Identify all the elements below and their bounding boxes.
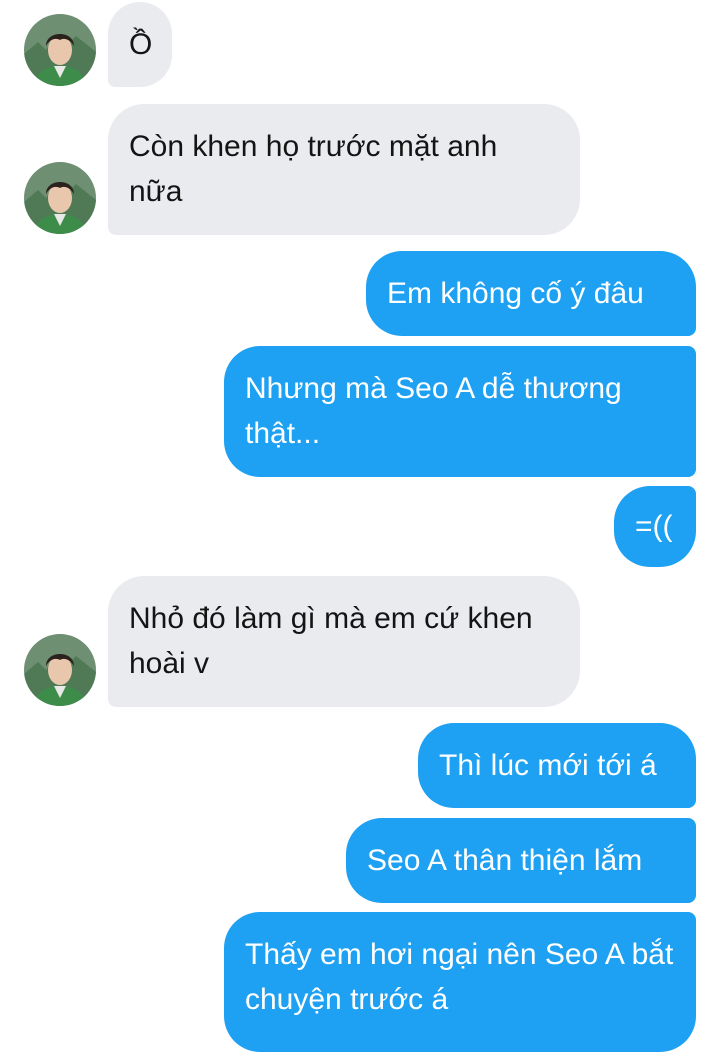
avatar-image [24,14,96,86]
contact-avatar[interactable] [24,14,96,86]
outgoing-message-bubble[interactable]: Seo A thân thiện lắm [346,818,696,903]
avatar-image [24,634,96,706]
contact-avatar[interactable] [24,162,96,234]
outgoing-message-bubble[interactable]: Thấy em hơi ngại nên Seo A bắt chuyện tr… [224,912,696,1052]
outgoing-message-bubble[interactable]: Thì lúc mới tới á [418,723,696,808]
incoming-message-bubble[interactable]: Ồ [108,2,172,87]
incoming-message-bubble[interactable]: Còn khen họ trước mặt anh nữa [108,104,580,235]
outgoing-message-bubble[interactable]: Em không cố ý đâu [366,251,696,336]
outgoing-message-bubble[interactable]: =(( [614,486,696,567]
outgoing-message-bubble[interactable]: Nhưng mà Seo A dễ thương thật... [224,346,696,477]
contact-avatar[interactable] [24,634,96,706]
incoming-message-bubble[interactable]: Nhỏ đó làm gì mà em cứ khen hoài v [108,576,580,707]
avatar-image [24,162,96,234]
